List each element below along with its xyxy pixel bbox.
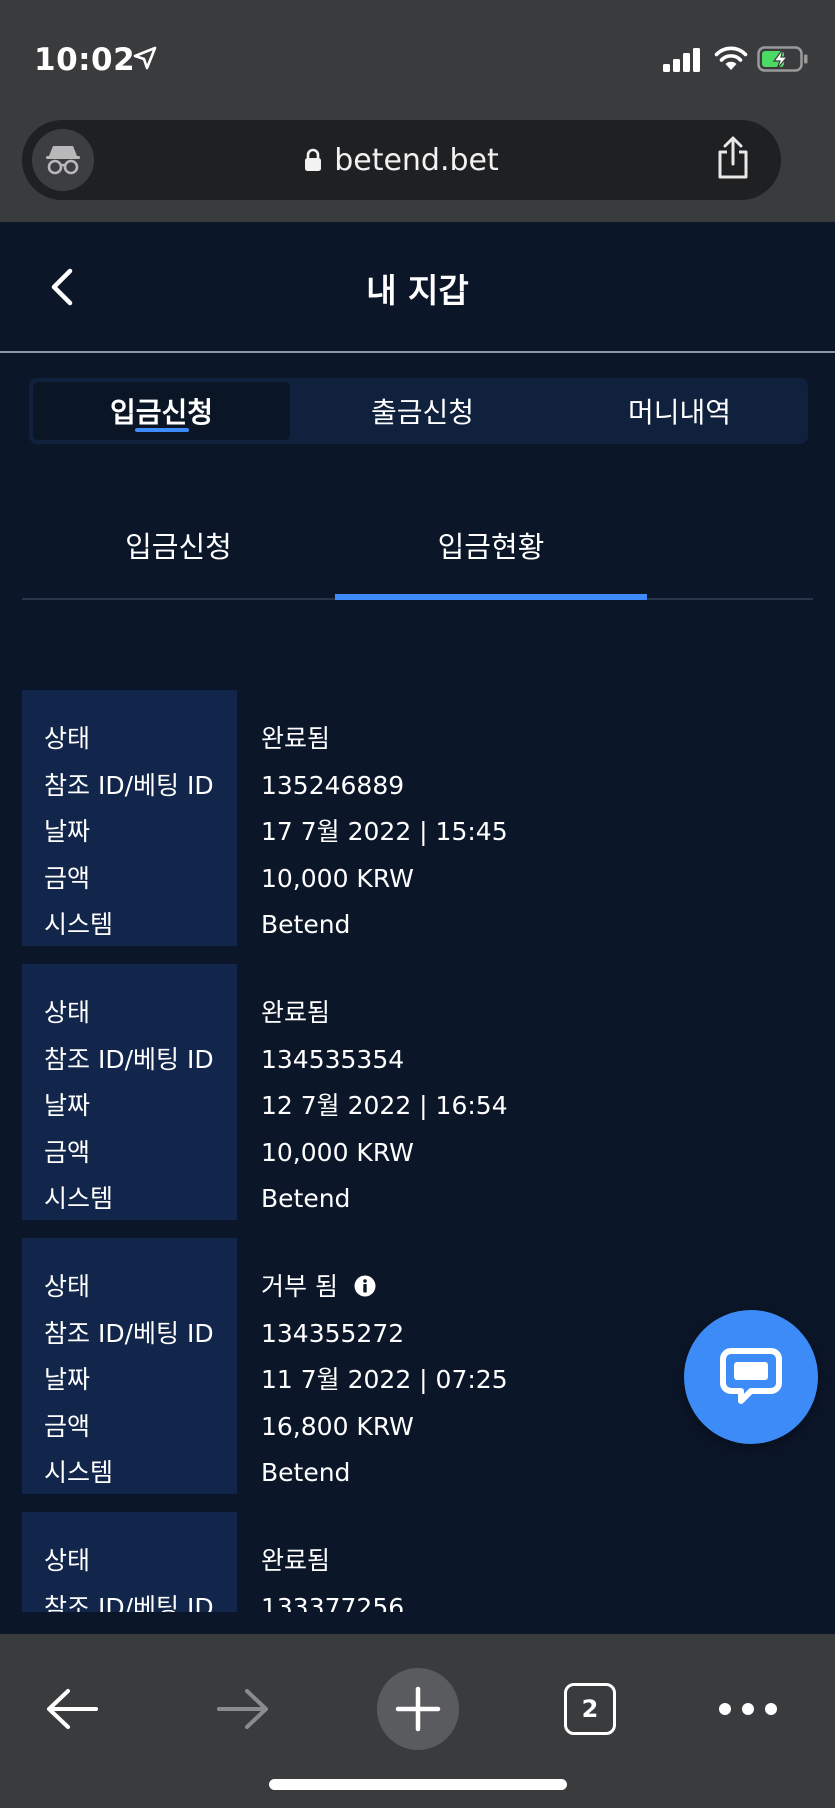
plus-icon (395, 1686, 441, 1732)
record-label-column: 상태 참조 ID/베팅 ID 날짜 금액 시스템 (22, 1238, 237, 1494)
arrow-left-icon (47, 1689, 98, 1729)
subtab-active-indicator (335, 594, 647, 600)
value-status: 거부 됨 (261, 1272, 338, 1301)
tab-deposit-request[interactable]: 입금신청 (33, 382, 290, 440)
tab-count: 2 (564, 1683, 616, 1735)
label-ref: 참조 ID/베팅 ID (44, 1592, 214, 1613)
value-date: 12 7월 2022 | 16:54 (261, 1091, 508, 1120)
share-icon[interactable] (715, 136, 751, 180)
tab-money-history[interactable]: 머니내역 (551, 378, 808, 444)
value-status: 완료됨 (261, 1546, 331, 1575)
tab-withdraw-request[interactable]: 출금신청 (294, 378, 551, 444)
cellular-signal-icon (663, 48, 700, 72)
browser-back-button[interactable] (27, 1664, 117, 1754)
chevron-left-icon (51, 268, 73, 306)
value-amount: 10,000 KRW (261, 1137, 414, 1167)
browser-top-chrome: 10:02 betend.bet (0, 0, 835, 222)
label-system: 시스템 (44, 1184, 114, 1213)
label-ref: 참조 ID/베팅 ID (44, 1044, 214, 1074)
label-date: 날짜 (44, 1365, 91, 1394)
location-arrow-icon (133, 46, 157, 70)
new-tab-circle (377, 1668, 459, 1750)
record-value-column: 완료됨 133377256 (237, 1512, 813, 1612)
more-menu-button[interactable] (703, 1664, 793, 1754)
list-item: 상태 참조 ID/베팅 ID 완료됨 133377256 (22, 1512, 813, 1612)
value-amount: 10,000 KRW (261, 863, 414, 893)
active-tab-underline (134, 428, 189, 432)
lock-icon (305, 148, 322, 171)
address-bar[interactable]: betend.bet (22, 120, 781, 200)
browser-bottom-toolbar: 2 (0, 1634, 835, 1808)
value-ref: 134535354 (261, 1044, 405, 1074)
list-item: 상태 참조 ID/베팅 ID 날짜 금액 시스템 완료됨 134535354 1… (22, 964, 813, 1220)
more-dots-icon (719, 1703, 777, 1715)
label-date: 날짜 (44, 817, 91, 846)
info-icon[interactable] (354, 1275, 376, 1297)
chat-bubble-icon (720, 1348, 782, 1404)
record-value-column: 완료됨 135246889 17 7월 2022 | 15:45 10,000 … (237, 690, 813, 946)
new-tab-button[interactable] (373, 1664, 463, 1754)
status-time: 10:02 (34, 42, 136, 78)
browser-forward-button[interactable] (198, 1664, 288, 1754)
chat-button[interactable] (684, 1310, 818, 1444)
status-bar: 10:02 (0, 0, 835, 110)
list-item: 상태 참조 ID/베팅 ID 날짜 금액 시스템 완료됨 135246889 1… (22, 690, 813, 946)
deposit-records-list[interactable]: 상태 참조 ID/베팅 ID 날짜 금액 시스템 완료됨 135246889 1… (22, 690, 813, 1612)
value-ref: 133377256 (261, 1592, 405, 1613)
label-amount: 금액 (44, 863, 91, 893)
label-amount: 금액 (44, 1411, 91, 1441)
url-text: betend.bet (334, 142, 499, 178)
record-value-column: 완료됨 134535354 12 7월 2022 | 16:54 10,000 … (237, 964, 813, 1220)
back-button[interactable] (40, 262, 84, 312)
value-status: 완료됨 (261, 998, 331, 1027)
app-header: 내 지갑 (0, 222, 835, 353)
tab-switcher-button[interactable]: 2 (545, 1664, 635, 1754)
label-status: 상태 (44, 1272, 91, 1301)
label-status: 상태 (44, 998, 91, 1027)
tab-withdraw-request-label: 출금신청 (370, 396, 475, 429)
record-label-column: 상태 참조 ID/베팅 ID (22, 1512, 237, 1612)
value-system: Betend (261, 1458, 351, 1487)
label-system: 시스템 (44, 910, 114, 939)
arrow-right-icon (217, 1689, 268, 1729)
record-label-column: 상태 참조 ID/베팅 ID 날짜 금액 시스템 (22, 690, 237, 946)
tab-deposit-request-label: 입금신청 (109, 396, 214, 429)
label-date: 날짜 (44, 1091, 91, 1120)
value-date: 17 7월 2022 | 15:45 (261, 817, 508, 846)
label-status: 상태 (44, 724, 91, 753)
record-label-column: 상태 참조 ID/베팅 ID 날짜 금액 시스템 (22, 964, 237, 1220)
subtab-deposit-request[interactable]: 입금신청 (22, 490, 335, 600)
label-ref: 참조 ID/베팅 ID (44, 1318, 214, 1348)
deposit-subtabs: 입금신청 입금현황 (22, 490, 813, 600)
value-status: 완료됨 (261, 724, 331, 753)
label-ref: 참조 ID/베팅 ID (44, 770, 214, 800)
label-system: 시스템 (44, 1458, 114, 1487)
url-text-container[interactable]: betend.bet (22, 120, 781, 200)
wallet-tabs: 입금신청 출금신청 머니내역 (29, 378, 808, 444)
label-amount: 금액 (44, 1137, 91, 1167)
value-system: Betend (261, 910, 351, 939)
value-system: Betend (261, 1184, 351, 1213)
page-title: 내 지갑 (366, 270, 469, 310)
value-ref: 135246889 (261, 770, 405, 800)
value-status-row: 거부 됨 (261, 1264, 813, 1311)
wifi-icon (714, 46, 748, 70)
label-status: 상태 (44, 1546, 91, 1575)
subtab-deposit-status[interactable]: 입금현황 (335, 490, 647, 600)
tab-money-history-label: 머니내역 (627, 396, 732, 429)
home-indicator (269, 1779, 567, 1790)
battery-charging-icon (757, 46, 808, 72)
